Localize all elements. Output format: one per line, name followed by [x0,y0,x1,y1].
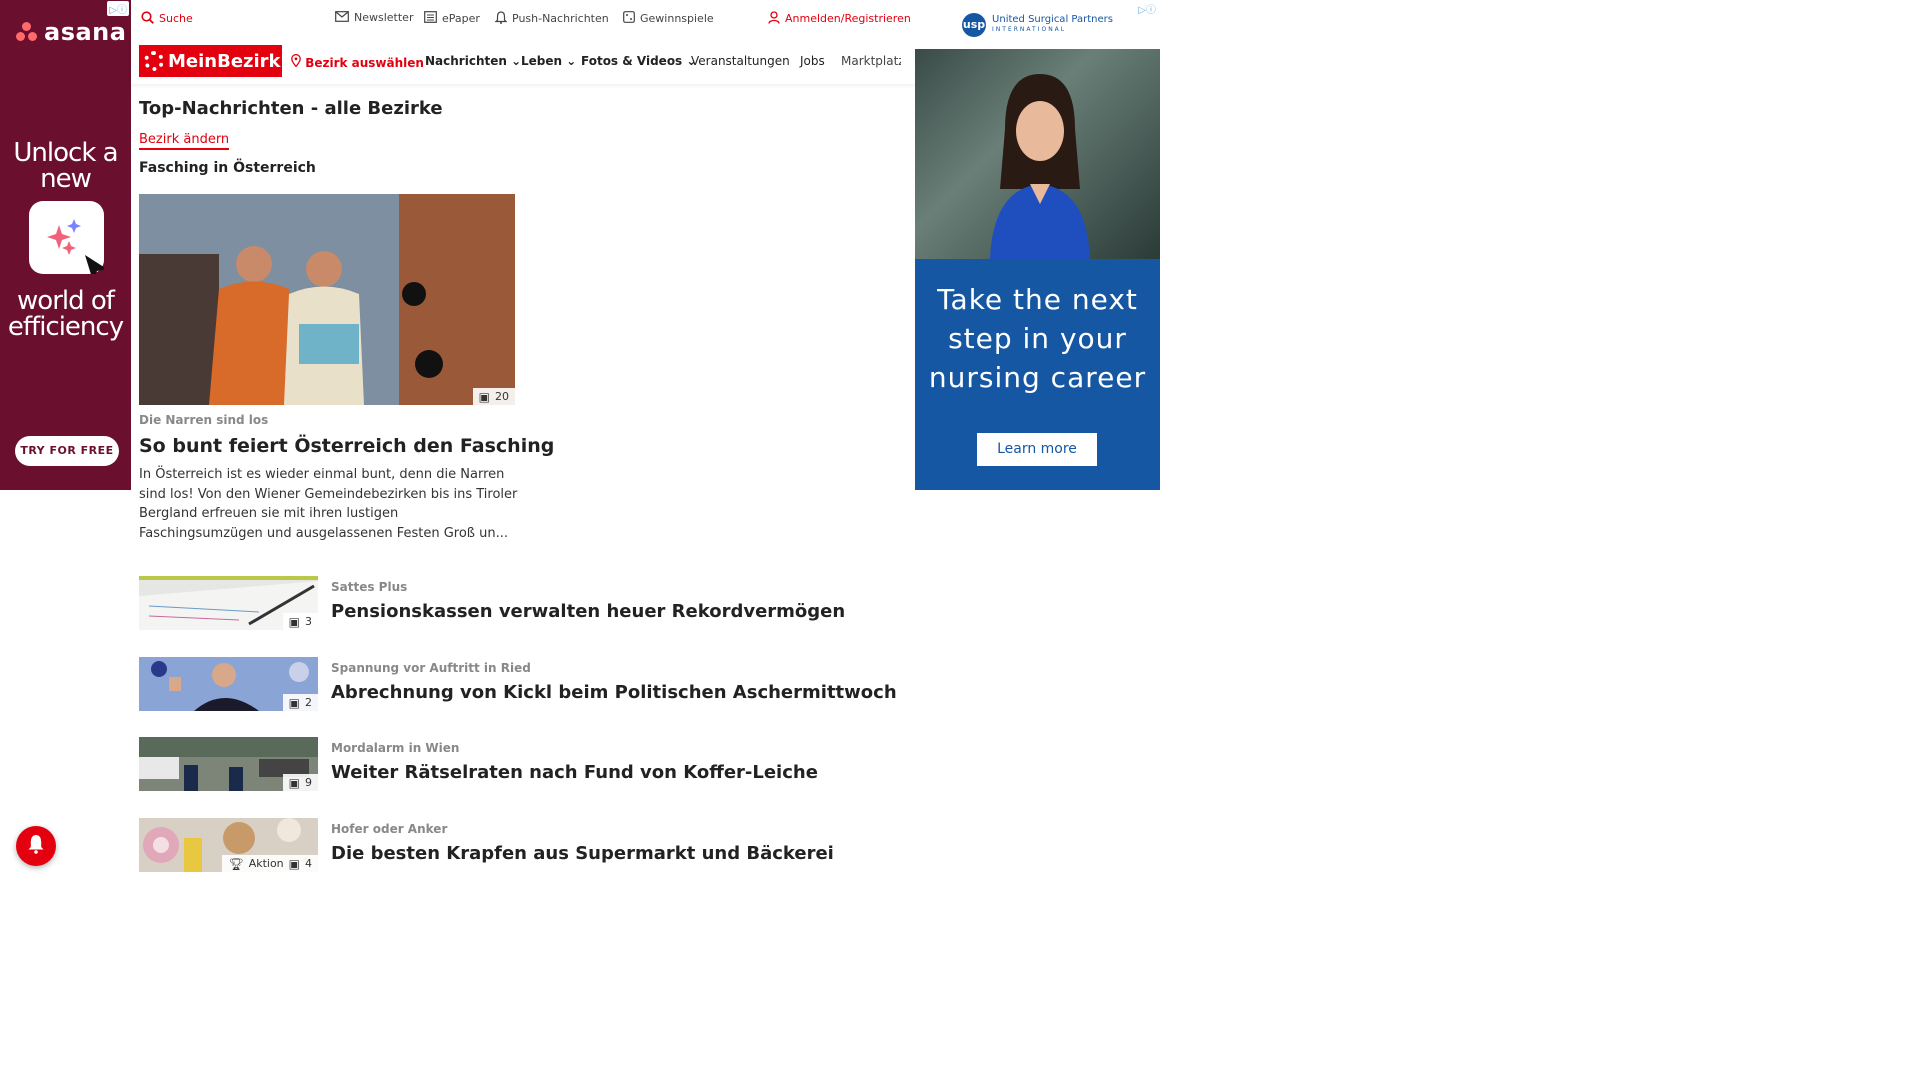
image-count-badge: 🏆︎ Aktion ▣ 4 [222,855,318,872]
article-thumbnail[interactable]: ▣ 9 [139,737,318,791]
bell-icon [27,834,45,859]
article-thumbnail[interactable]: 🏆︎ Aktion ▣ 4 [139,818,318,872]
nav-item-nachrichten[interactable]: Nachrichten ⌄ [425,54,521,68]
image-count-badge: ▣ 3 [282,613,318,630]
usp-logo: usp United Surgical Partners INTERNATION… [915,0,1160,49]
page-title: Top-Nachrichten - alle Bezirke [139,98,443,119]
login-label: Anmelden/Registrieren [785,12,911,25]
gallery-icon: ▣ [288,695,300,710]
article-thumbnail[interactable]: ▣ 3 [139,576,318,630]
nav-item-label: Fotos & Videos [581,54,683,68]
image-count: 2 [305,696,312,709]
hero-title[interactable]: So bunt feiert Österreich den Fasching [139,435,554,457]
try-for-free-button[interactable]: TRY FOR FREE [15,436,119,466]
article-kicker: Hofer oder Anker [331,822,448,836]
asana-brand-name: asana [44,18,127,46]
article-title[interactable]: Abrechnung von Kickl beim Politischen As… [331,682,897,703]
image-count-badge: ▣ 2 [282,694,318,711]
hero-kicker: Die Narren sind los [139,413,269,427]
asana-dots-icon [16,21,38,43]
image-count: 20 [495,390,509,403]
article-title[interactable]: Weiter Rätselraten nach Fund von Koffer-… [331,762,818,783]
article-title[interactable]: Die besten Krapfen aus Supermarkt und Bä… [331,843,834,864]
search-icon [141,11,154,26]
search-link[interactable]: Suche [141,11,193,26]
nav-item-jobs[interactable]: Jobs [800,54,825,68]
image-count-badge: ▣ 9 [282,774,318,791]
image-count: 9 [305,776,312,789]
main-navigation: MeinBezirk Bezirk auswählen Nachrichten … [131,38,915,84]
article-kicker: Spannung vor Auftritt in Ried [331,661,531,675]
list-item[interactable]: ▣ 9 Mordalarm in Wien Weiter Rätselraten… [139,737,909,793]
logo-text: MeinBezirk [168,50,281,72]
giveaways-label: Gewinnspiele [640,11,714,25]
bell-icon [494,11,508,26]
select-district-button[interactable]: Bezirk auswählen [291,53,424,70]
list-item[interactable]: ▣ 3 Sattes Plus Pensionskassen verwalten… [139,576,909,632]
hero-teaser: In Österreich ist es wieder einmal bunt,… [139,467,518,541]
push-notifications-link[interactable]: Push-Nachrichten [494,11,609,26]
gallery-icon: ▣ [478,389,490,404]
giveaways-link[interactable]: Gewinnspiele [623,11,714,25]
gallery-icon: ▣ [288,856,300,871]
change-district-link[interactable]: Bezirk ändern [139,132,230,150]
usp-logo-subtext: INTERNATIONAL [992,25,1067,33]
login-link[interactable]: Anmelden/Registrieren [768,11,911,26]
learn-more-button[interactable]: Learn more [977,433,1097,466]
select-district-label: Bezirk auswählen [305,56,424,70]
chevron-down-icon: ⌄ [566,54,577,68]
image-count: 4 [305,857,312,870]
nav-item-leben[interactable]: Leben ⌄ [521,54,576,68]
left-advertisement[interactable]: ▷ⓘ asana Unlock a new world of efficienc… [0,0,131,490]
adchoices-icon[interactable]: ▷ⓘ [1136,1,1158,16]
usp-logo-text: United Surgical Partners [992,13,1113,25]
nav-item-label: Leben [521,54,563,68]
gallery-icon: ▣ [288,775,300,790]
promo-label: Aktion [248,857,284,870]
epaper-label: ePaper [442,11,480,25]
newsletter-link[interactable]: Newsletter [335,11,413,24]
nav-item-marktplatz[interactable]: Marktplatz [841,54,901,68]
hero-image[interactable]: ▣ 20 [139,194,515,405]
epaper-link[interactable]: ePaper [424,11,480,25]
article-thumbnail[interactable]: ▣ 2 [139,657,318,711]
nav-item-veranstaltungen[interactable]: Veranstaltungen [691,54,790,68]
trophy-icon: 🏆︎ [228,856,244,871]
ad-headline-bottom: world of efficiency [7,286,124,342]
envelope-icon [335,11,349,24]
main-content: Top-Nachrichten - alle Bezirke Bezirk än… [131,84,915,882]
asana-logo: asana [16,18,126,46]
article-title[interactable]: Pensionskassen verwalten heuer Rekordver… [331,601,845,622]
meinbezirk-logo[interactable]: MeinBezirk [139,45,282,77]
user-icon [768,11,780,26]
ad-headline-top: Unlock a new [13,138,118,194]
notification-bell-button[interactable] [16,826,56,866]
list-item[interactable]: ▣ 2 Spannung vor Auftritt in Ried Abrech… [139,657,909,713]
nav-item-fotos-videos[interactable]: Fotos & Videos ⌄ [581,54,696,68]
adchoices-icon[interactable]: ▷ⓘ [107,1,129,16]
location-pin-icon [291,53,301,69]
list-item[interactable]: 🏆︎ Aktion ▣ 4 Hofer oder Anker Die beste… [139,818,909,874]
ad-tagline: Take the next step in your nursing caree… [928,283,1147,394]
logo-sun-icon [144,51,164,71]
usp-logo-mark: usp [962,12,987,37]
search-label: Suche [159,12,193,25]
right-advertisement[interactable]: ▷ⓘ usp United Surgical Partners INTERNAT… [915,0,1160,490]
newspaper-icon [424,11,437,25]
gallery-icon: ▣ [288,614,300,629]
usp-logo-wordmark: United Surgical Partners INTERNATIONAL [992,13,1113,35]
image-count-badge: ▣ 20 [472,388,515,405]
sparkle-icon [29,201,107,281]
nav-item-label: Nachrichten [425,54,507,68]
utility-bar: Suche Newsletter ePaper Push-Nachrichten… [131,0,915,38]
newsletter-label: Newsletter [354,11,414,24]
image-count: 3 [305,615,312,628]
article-kicker: Mordalarm in Wien [331,741,460,755]
dice-icon [623,11,635,25]
section-title: Fasching in Österreich [139,160,316,176]
push-label: Push-Nachrichten [512,12,609,25]
nurse-photo [915,49,1160,259]
article-kicker: Sattes Plus [331,580,408,594]
chevron-down-icon: ⌄ [511,54,522,68]
